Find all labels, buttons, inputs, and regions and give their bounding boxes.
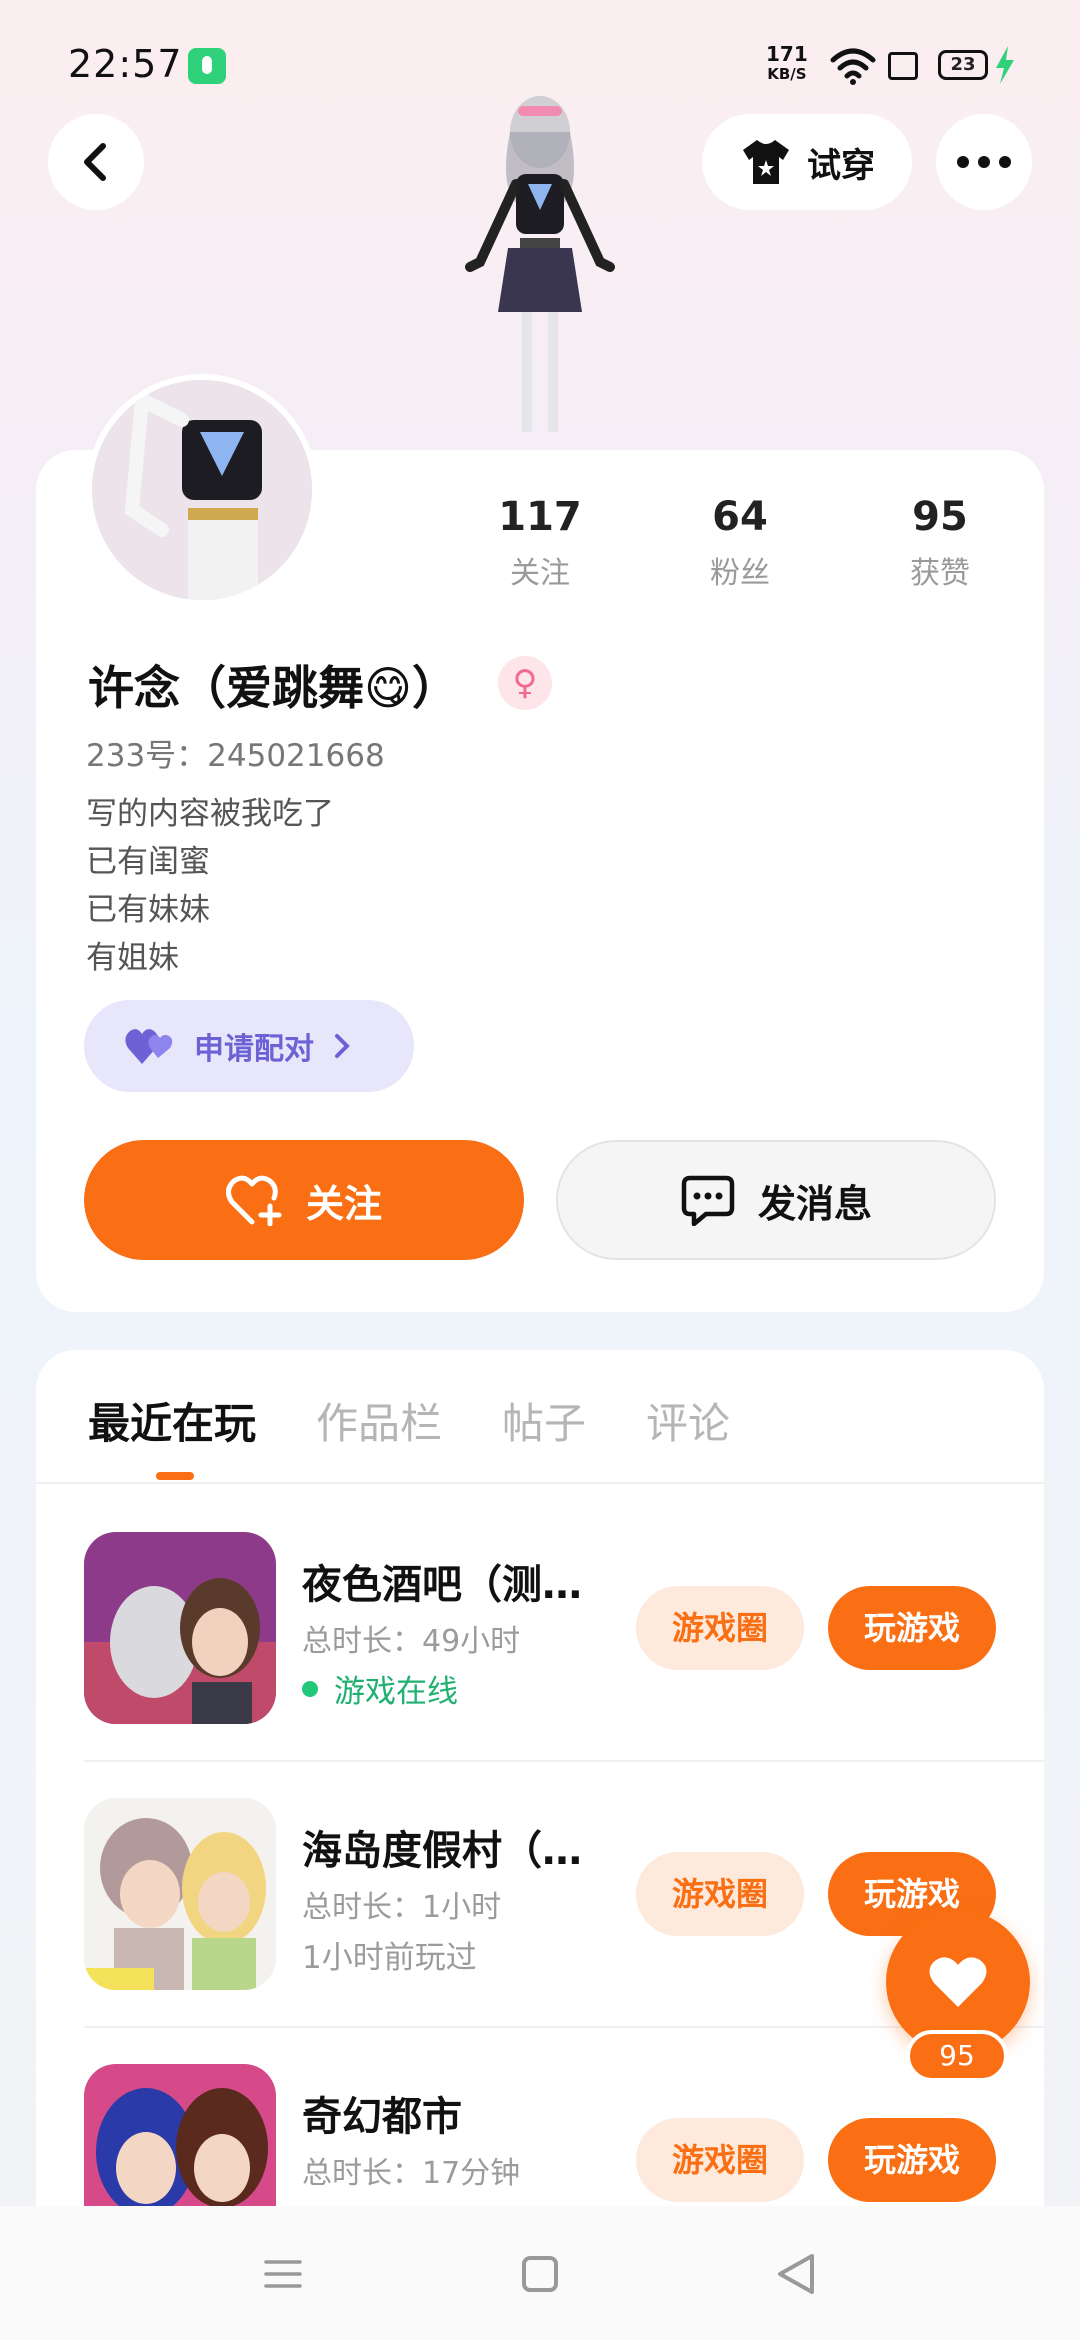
game-row[interactable]: 海岛度假村（… 总时长：1小时 1小时前玩过 游戏圈 玩游戏 xyxy=(84,1798,1004,1998)
play-game-button[interactable]: 玩游戏 xyxy=(828,1586,996,1670)
game-play-duration: 总时长：17分钟 xyxy=(302,2156,521,2191)
bio-line: 有姐妹 xyxy=(86,940,179,976)
heart-icon xyxy=(929,1957,987,2007)
send-message-label: 发消息 xyxy=(757,1181,872,1226)
game-play-duration: 总时长：49小时 xyxy=(302,1624,521,1659)
avatar-outfit-figure xyxy=(465,96,615,432)
stat-label: 关注 xyxy=(510,556,570,591)
game-status: 1小时前玩过 xyxy=(302,1940,477,1976)
stat-value: 117 xyxy=(498,494,582,540)
stat-fans[interactable]: 64 粉丝 xyxy=(640,494,840,592)
stat-label: 获赞 xyxy=(910,556,970,591)
profile-stats: 117 关注 64 粉丝 95 获赞 xyxy=(440,494,1040,592)
home-icon[interactable] xyxy=(522,2256,558,2292)
send-message-button[interactable]: 发消息 xyxy=(556,1140,996,1260)
game-play-duration: 总时长：1小时 xyxy=(302,1890,502,1925)
tab-recently-played[interactable]: 最近在玩 xyxy=(88,1390,256,1451)
online-dot-icon xyxy=(302,1680,318,1697)
profile-tabs: 最近在玩 作品栏 帖子 评论 xyxy=(88,1390,730,1451)
avatar-image xyxy=(92,380,312,600)
tab-comments[interactable]: 评论 xyxy=(646,1390,730,1451)
battery-icon: 23 xyxy=(938,50,988,80)
sim-icon xyxy=(888,52,918,80)
stat-value: 95 xyxy=(912,494,968,540)
more-dots-icon xyxy=(957,156,1011,168)
game-title: 夜色酒吧（测… xyxy=(302,1562,582,1608)
stat-likes[interactable]: 95 获赞 xyxy=(840,494,1040,592)
try-on-label: 试穿 xyxy=(807,145,875,186)
game-circle-button[interactable]: 游戏圈 xyxy=(636,2118,804,2202)
bio: 写的内容被我吃了 已有闺蜜 已有妹妹 有姐妹 xyxy=(86,790,334,982)
stat-following[interactable]: 117 关注 xyxy=(440,494,640,592)
more-button[interactable] xyxy=(936,114,1032,210)
chevron-left-icon xyxy=(84,143,106,181)
back-triangle-icon[interactable] xyxy=(776,2252,816,2296)
double-heart-icon xyxy=(125,1029,173,1064)
wifi-icon xyxy=(830,48,876,85)
game-thumbnail xyxy=(84,1532,276,1724)
bio-line: 已有闺蜜 xyxy=(86,844,210,880)
follow-button[interactable]: 关注 xyxy=(84,1140,524,1260)
bio-line: 已有妹妹 xyxy=(86,892,210,928)
bio-line: 写的内容被我吃了 xyxy=(86,796,334,832)
tshirt-icon xyxy=(743,140,789,184)
microphone-icon xyxy=(188,48,226,84)
recent-apps-icon[interactable] xyxy=(264,2258,302,2290)
status-time: 22:57 xyxy=(68,42,183,86)
tab-posts[interactable]: 帖子 xyxy=(502,1390,586,1451)
game-circle-button[interactable]: 游戏圈 xyxy=(636,1586,804,1670)
charging-icon xyxy=(996,46,1014,84)
try-on-button[interactable]: 试穿 xyxy=(702,114,912,210)
game-thumbnail xyxy=(84,1798,276,1990)
stat-value: 64 xyxy=(712,494,768,540)
network-speed: 171 KB/S xyxy=(766,44,808,84)
game-status: 游戏在线 xyxy=(302,1666,458,1711)
like-count-badge: 95 xyxy=(906,2030,1008,2082)
back-button[interactable] xyxy=(48,114,144,210)
apply-pair-button[interactable]: 申请配对 xyxy=(84,1000,414,1092)
tab-works[interactable]: 作品栏 xyxy=(316,1390,442,1451)
system-nav-bar xyxy=(0,2206,1080,2340)
play-game-button[interactable]: 玩游戏 xyxy=(828,2118,996,2202)
heart-plus-icon xyxy=(225,1175,282,1226)
chevron-right-icon xyxy=(335,1034,350,1058)
game-title: 奇幻都市 xyxy=(302,2094,462,2140)
avatar[interactable] xyxy=(86,374,318,606)
tab-indicator xyxy=(156,1472,194,1480)
game-row[interactable]: 夜色酒吧（测… 总时长：49小时 游戏在线 游戏圈 玩游戏 xyxy=(84,1532,1004,1732)
stat-label: 粉丝 xyxy=(710,556,770,591)
divider xyxy=(84,2026,1044,2028)
chat-bubble-icon xyxy=(681,1175,735,1226)
divider xyxy=(84,1760,1044,1762)
divider xyxy=(36,1482,1044,1484)
game-title: 海岛度假村（… xyxy=(302,1828,582,1874)
game-status-label: 游戏在线 xyxy=(334,1674,458,1710)
user-id: 233号：245021668 xyxy=(86,738,385,774)
game-circle-button[interactable]: 游戏圈 xyxy=(636,1852,804,1936)
nickname: 许念（爱跳舞😋） xyxy=(88,661,458,715)
follow-label: 关注 xyxy=(305,1181,382,1226)
female-gender-icon: ♀ xyxy=(498,656,552,710)
apply-pair-label: 申请配对 xyxy=(194,1032,314,1067)
network-speed-value: 171 xyxy=(766,42,808,66)
network-speed-unit: KB/S xyxy=(767,65,807,83)
